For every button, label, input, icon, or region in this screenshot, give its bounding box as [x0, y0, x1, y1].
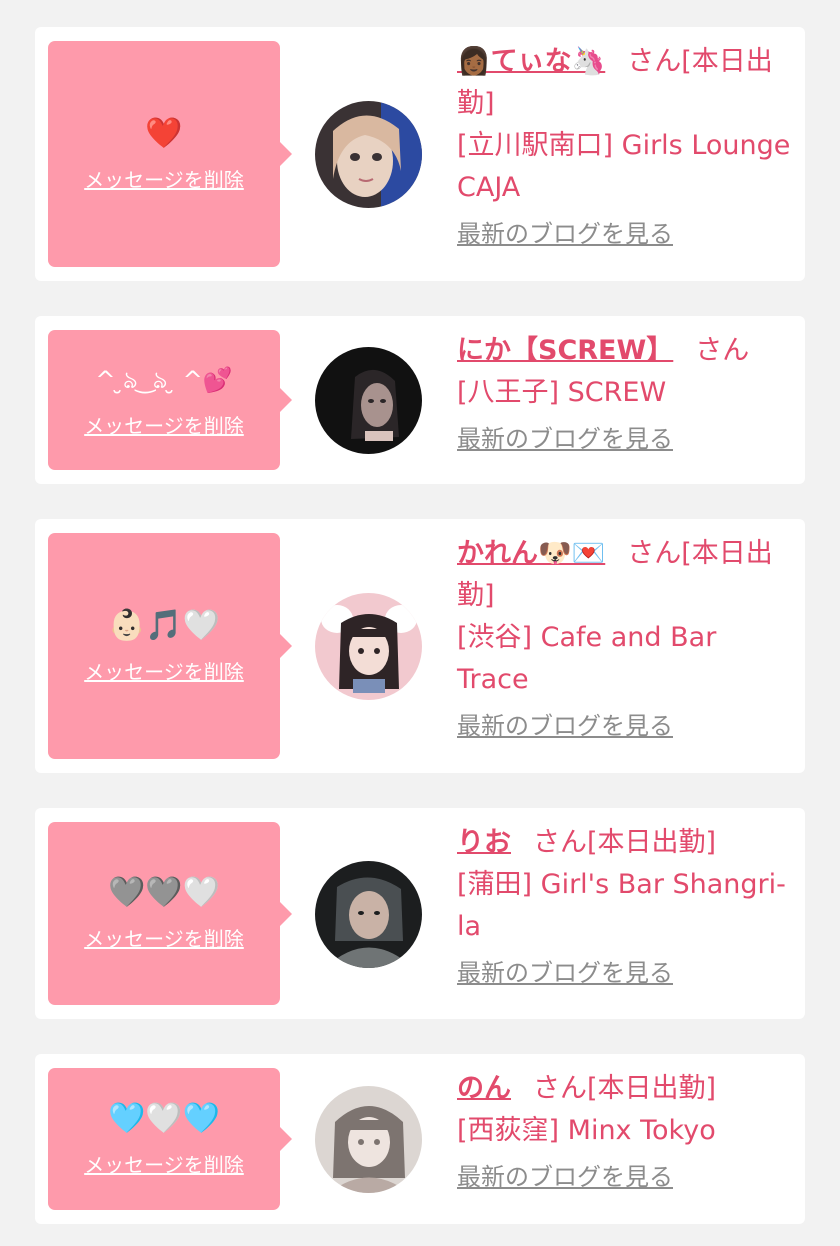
list-item: ❤️ メッセージを削除 👩🏾てぃな🦄 さん[本日出勤] [立川駅南口] Girls…: [35, 27, 805, 281]
message-text: ^ ̮ঌ ͜ ঌ ̮ ^💕: [95, 365, 233, 394]
cast-info: 👩🏾てぃな🦄 さん[本日出勤] [立川駅南口] Girls Lounge CAJA…: [457, 41, 791, 251]
latest-blog-link[interactable]: 最新のブログを見る: [457, 217, 673, 251]
delete-message-link[interactable]: メッセージを削除: [84, 923, 244, 952]
honorific: さん: [533, 827, 587, 858]
delete-message-link[interactable]: メッセージを削除: [84, 410, 244, 439]
shop-name: [立川駅南口] Girls Lounge CAJA: [457, 130, 791, 203]
honorific: さん: [533, 1073, 587, 1104]
latest-blog-link[interactable]: 最新のブログを見る: [457, 709, 673, 743]
cast-name-link[interactable]: にか【SCREW】: [457, 335, 673, 366]
list-item: 👶🏻🎵🤍 メッセージを削除 かれん🐶💌 さん[本日出勤] [渋谷] Cafe an…: [35, 519, 805, 773]
work-status: [本日出勤]: [587, 1073, 717, 1104]
message-text: 🩶🩶🤍: [107, 875, 221, 910]
list-item: ^ ̮ঌ ͜ ঌ ̮ ^💕 メッセージを削除 にか【SCREW】 さん [八王子]…: [35, 316, 805, 484]
avatar[interactable]: [315, 347, 422, 454]
latest-blog-link[interactable]: 最新のブログを見る: [457, 422, 673, 456]
shop-name: [蒲田] Girl's Bar Shangri-la: [457, 869, 786, 942]
honorific: さん: [627, 538, 682, 569]
shop-name: [八王子] SCREW: [457, 377, 667, 408]
list-item: 🩵🤍🩵 メッセージを削除 のん さん[本日出勤] [西荻窪] Minx Tokyo…: [35, 1054, 805, 1224]
delete-message-link[interactable]: メッセージを削除: [84, 1149, 244, 1178]
avatar[interactable]: [315, 593, 422, 700]
cast-name-link[interactable]: 👩🏾てぃな🦄: [457, 46, 605, 77]
message-bubble: ❤️ メッセージを削除: [48, 41, 292, 267]
honorific: さん: [695, 335, 750, 366]
cast-info: かれん🐶💌 さん[本日出勤] [渋谷] Cafe and Bar Trace 最新…: [457, 533, 791, 743]
message-bubble: 🩶🩶🤍 メッセージを削除: [48, 822, 292, 1005]
shop-name: [西荻窪] Minx Tokyo: [457, 1115, 716, 1146]
cast-info: のん さん[本日出勤] [西荻窪] Minx Tokyo 最新のブログを見る: [457, 1068, 791, 1194]
avatar[interactable]: [315, 101, 422, 208]
message-bubble: 🩵🤍🩵 メッセージを削除: [48, 1068, 292, 1210]
list-item: 🩶🩶🤍 メッセージを削除 りお さん[本日出勤] [蒲田] Girl's Bar …: [35, 808, 805, 1019]
cast-name-link[interactable]: のん: [457, 1073, 511, 1104]
latest-blog-link[interactable]: 最新のブログを見る: [457, 956, 673, 990]
avatar[interactable]: [315, 1086, 422, 1193]
avatar[interactable]: [315, 860, 422, 968]
shop-name: [渋谷] Cafe and Bar Trace: [457, 622, 717, 695]
cast-name-link[interactable]: かれん🐶💌: [457, 538, 605, 569]
cast-name-link[interactable]: りお: [457, 827, 511, 858]
delete-message-link[interactable]: メッセージを削除: [84, 656, 244, 685]
cast-info: にか【SCREW】 さん [八王子] SCREW 最新のブログを見る: [457, 330, 791, 456]
message-list: ❤️ メッセージを削除 👩🏾てぃな🦄 さん[本日出勤] [立川駅南口] Girls…: [35, 27, 805, 1224]
message-bubble: 👶🏻🎵🤍 メッセージを削除: [48, 533, 292, 759]
message-bubble: ^ ̮ঌ ͜ ঌ ̮ ^💕 メッセージを削除: [48, 330, 292, 470]
message-text: ❤️: [145, 115, 183, 151]
delete-message-link[interactable]: メッセージを削除: [84, 164, 244, 193]
message-text: 👶🏻🎵🤍: [107, 607, 221, 643]
message-text: 🩵🤍🩵: [107, 1100, 221, 1136]
latest-blog-link[interactable]: 最新のブログを見る: [457, 1160, 673, 1194]
cast-info: りお さん[本日出勤] [蒲田] Girl's Bar Shangri-la 最新…: [457, 822, 791, 990]
work-status: [本日出勤]: [587, 827, 717, 858]
honorific: さん: [627, 46, 682, 77]
